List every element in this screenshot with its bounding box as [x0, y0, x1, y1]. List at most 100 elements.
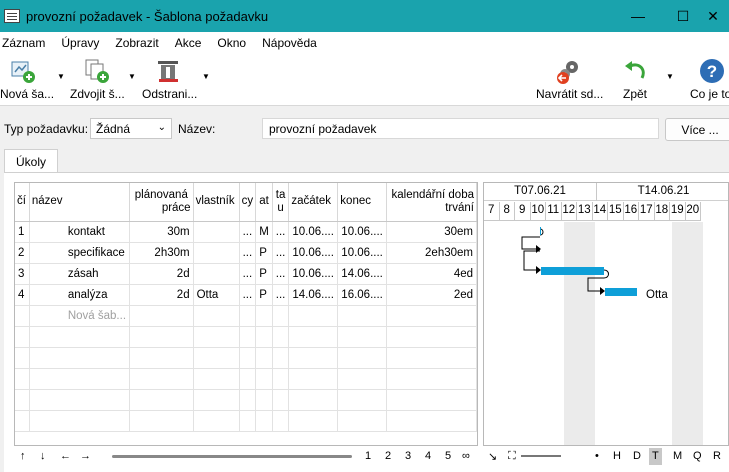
menu-zobrazit[interactable]: Zobrazit — [115, 36, 158, 50]
table-row[interactable]: 2 specifikace 2h30m ... P ... 10.06.... … — [15, 242, 477, 264]
task-end[interactable]: 16.06.... — [337, 284, 387, 306]
col-start-header[interactable]: začátek — [288, 183, 339, 222]
duplicate-button[interactable]: Zdvojit š... ▼ — [70, 54, 140, 106]
col-at-header[interactable]: at — [255, 183, 273, 222]
name-field[interactable]: provozní požadavek — [262, 118, 659, 139]
zoom-level-weeks[interactable]: T — [649, 448, 662, 465]
page-infinity[interactable]: ∞ — [462, 450, 470, 462]
task-end[interactable]: 10.06.... — [337, 242, 387, 264]
task-start[interactable]: 10.06.... — [288, 263, 339, 285]
cell-cy[interactable]: ... — [239, 242, 257, 264]
expand-icon[interactable]: ⛶ — [508, 450, 516, 463]
col-planned-header[interactable]: plánovaná práce — [129, 183, 194, 222]
new-row[interactable]: Nová šab... — [15, 305, 477, 327]
table-row[interactable]: 4 analýza 2d Otta ... P ... 14.06.... 16… — [15, 284, 477, 306]
page-2[interactable]: 2 — [385, 450, 391, 462]
table-row[interactable]: 1 kontakt 30m ... M ... 10.06.... 10.06.… — [15, 221, 477, 243]
task-bar-analyza[interactable] — [605, 288, 637, 296]
menu-napoveda[interactable]: Nápověda — [262, 36, 317, 50]
arrow-up-icon[interactable]: ↑ — [20, 450, 26, 462]
task-owner[interactable] — [193, 221, 240, 243]
cell-ta[interactable]: ... — [272, 242, 290, 264]
zoom-level-hours[interactable]: H — [613, 450, 621, 462]
cell-cy[interactable]: ... — [239, 221, 257, 243]
zoom-level-days[interactable]: D — [633, 450, 641, 462]
task-owner[interactable]: Otta — [193, 284, 240, 306]
empty-cell[interactable] — [337, 305, 387, 327]
close-button[interactable]: ✕ — [690, 0, 729, 32]
task-name[interactable]: kontakt — [29, 221, 131, 243]
task-duration[interactable]: 4ed — [386, 263, 477, 285]
menu-upravy[interactable]: Úpravy — [61, 36, 99, 50]
task-start[interactable]: 10.06.... — [288, 221, 339, 243]
task-end[interactable]: 10.06.... — [337, 221, 387, 243]
undo-button[interactable]: Zpět ▼ — [620, 54, 676, 106]
task-start[interactable]: 14.06.... — [288, 284, 339, 306]
planned-work[interactable]: 30m — [129, 221, 194, 243]
empty-cell[interactable] — [272, 305, 290, 327]
cell-ta[interactable]: ... — [272, 263, 290, 285]
col-duration-header[interactable]: kalendářní doba trvání — [386, 183, 477, 222]
zoom-level-months[interactable]: M — [673, 450, 682, 462]
col-end-header[interactable]: konec — [337, 183, 387, 222]
menu-zaznam[interactable]: Záznam — [2, 36, 45, 50]
col-ta-header[interactable]: ta u — [272, 183, 290, 222]
fit-icon[interactable]: ↘ — [488, 450, 497, 463]
empty-cell[interactable] — [193, 305, 240, 327]
planned-work[interactable]: 2d — [129, 284, 194, 306]
arrow-down-icon[interactable]: ↓ — [40, 450, 46, 462]
task-end[interactable]: 14.06.... — [337, 263, 387, 285]
task-duration[interactable]: 30em — [386, 221, 477, 243]
col-name-header[interactable]: název — [29, 183, 131, 222]
new-template-button[interactable]: Nová ša... ▼ — [0, 54, 66, 106]
empty-cell[interactable] — [288, 305, 339, 327]
menu-akce[interactable]: Akce — [175, 36, 202, 50]
undo-dropdown-icon[interactable]: ▼ — [666, 72, 674, 81]
empty-cell[interactable] — [129, 305, 194, 327]
task-name[interactable]: specifikace — [29, 242, 131, 264]
task-start[interactable]: 10.06.... — [288, 242, 339, 264]
request-type-select[interactable]: Žádná ⌄ — [90, 118, 172, 139]
cell-ta[interactable]: ... — [272, 284, 290, 306]
page-5[interactable]: 5 — [445, 450, 451, 462]
page-4[interactable]: 4 — [425, 450, 431, 462]
tab-tasks[interactable]: Úkoly — [4, 149, 58, 174]
remove-button[interactable]: Odstrani... ▼ — [142, 54, 214, 106]
table-row[interactable]: 3 zásah 2d ... P ... 10.06.... 14.06....… — [15, 263, 477, 285]
col-owner-header[interactable]: vlastník — [193, 183, 240, 222]
empty-cell[interactable] — [255, 305, 273, 327]
revert-button[interactable]: Navrátit sd... — [535, 54, 607, 106]
duplicate-dropdown-icon[interactable]: ▼ — [128, 72, 136, 81]
cell-cy[interactable]: ... — [239, 263, 257, 285]
page-1[interactable]: 1 — [365, 450, 371, 462]
zoom-level-years[interactable]: R — [713, 450, 721, 462]
empty-cell[interactable] — [239, 305, 257, 327]
arrow-left-icon[interactable]: ← — [60, 450, 71, 462]
empty-cell[interactable] — [386, 305, 477, 327]
cell-at[interactable]: P — [255, 284, 273, 306]
task-name[interactable]: analýza — [29, 284, 131, 306]
help-button[interactable]: ? Co je to... — [689, 54, 729, 106]
cell-cy[interactable]: ... — [239, 284, 257, 306]
task-owner[interactable] — [193, 263, 240, 285]
task-duration[interactable]: 2eh30em — [386, 242, 477, 264]
remove-dropdown-icon[interactable]: ▼ — [202, 72, 210, 81]
task-duration[interactable]: 2ed — [386, 284, 477, 306]
more-button[interactable]: Více ... — [665, 118, 729, 141]
minimize-button[interactable]: — — [615, 0, 661, 32]
new-template-placeholder[interactable]: Nová šab... — [29, 305, 131, 327]
zoom-level-quarters[interactable]: Q — [693, 450, 702, 462]
cell-ta[interactable]: ... — [272, 221, 290, 243]
horizontal-scrollbar[interactable] — [112, 455, 352, 458]
cell-at[interactable]: P — [255, 263, 273, 285]
task-owner[interactable] — [193, 242, 240, 264]
menu-okno[interactable]: Okno — [217, 36, 246, 50]
planned-work[interactable]: 2d — [129, 263, 194, 285]
page-3[interactable]: 3 — [405, 450, 411, 462]
task-name[interactable]: zásah — [29, 263, 131, 285]
cell-at[interactable]: M — [255, 221, 273, 243]
planned-work[interactable]: 2h30m — [129, 242, 194, 264]
cell-at[interactable]: P — [255, 242, 273, 264]
task-bar-zasah[interactable] — [541, 267, 604, 275]
col-cy-header[interactable]: cy — [239, 183, 257, 222]
